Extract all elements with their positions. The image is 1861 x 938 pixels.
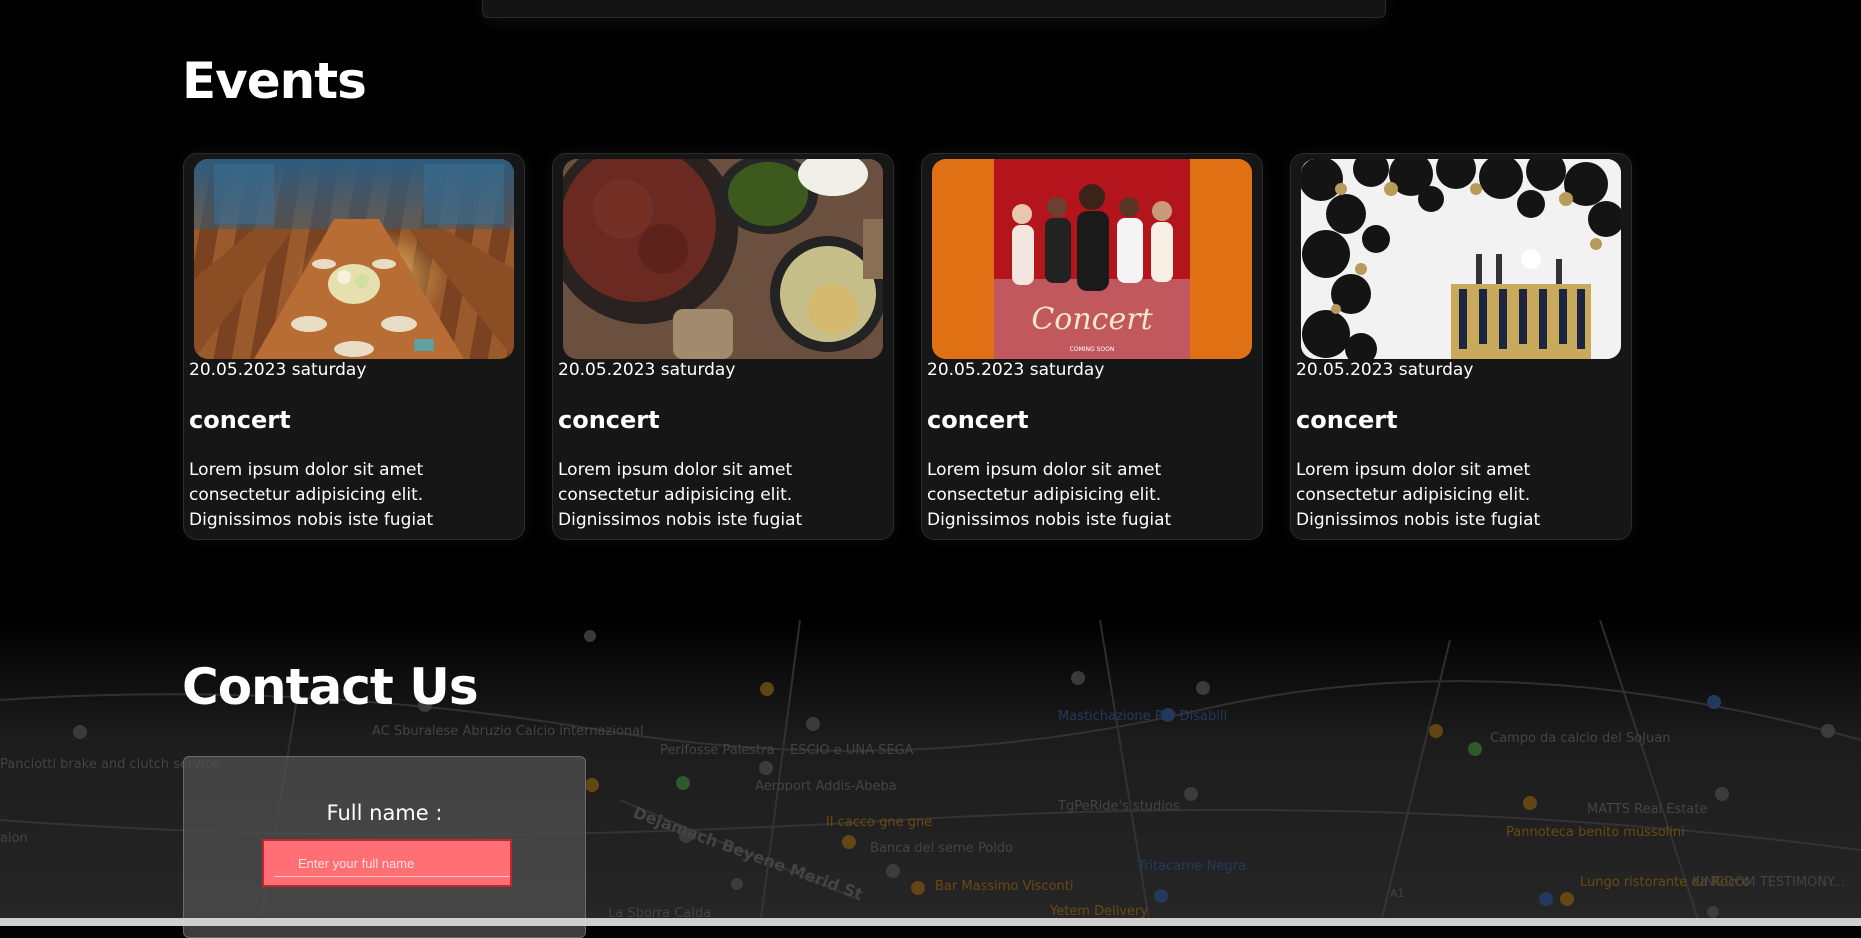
map-label: Tritacarne Negra [1137, 859, 1246, 874]
map-label: Banca del seme Poldo [870, 841, 1013, 856]
event-description: Lorem ipsum dolor sit amet consectetur a… [189, 460, 434, 530]
map-label: Mastichazione Per Disabili [1058, 709, 1227, 724]
event-date: 20.05.2023 saturday [927, 360, 1105, 380]
map-label: Bar Massimo Visconti [935, 879, 1074, 894]
event-date: 20.05.2023 saturday [189, 360, 367, 380]
poster-subtitle: COMING SOON [1070, 346, 1115, 353]
map-label: MATTS Real Estate [1587, 802, 1707, 817]
map-label: Aeroport Addis-Abeba [755, 779, 897, 794]
full-name-label: Full name : [326, 801, 443, 825]
event-card[interactable]: 20.05.2023 saturday concert Lorem ipsum … [552, 153, 894, 540]
contact-heading: Contact Us [182, 658, 479, 716]
event-card[interactable]: 20.05.2023 saturday concert Lorem ipsum … [183, 153, 525, 540]
ethiopian-food-photo [563, 159, 883, 359]
map-label: Yetem Delivery [1049, 904, 1148, 919]
map-label: ESCIO e UNA SEGA [790, 743, 914, 758]
map-label: Pannoteca benito mussolini [1506, 825, 1685, 840]
map-label: Perifosse Palestra [660, 743, 775, 758]
map-label: Campo da calcio del SoJuan [1490, 731, 1670, 746]
banquet-table-photo [194, 159, 514, 359]
balloon-arch-photo [1301, 159, 1621, 359]
input-underline [274, 876, 510, 877]
top-panel-edge [482, 0, 1386, 18]
concert-poster: Concert COMING SOON [932, 159, 1252, 359]
contact-form: Full name : [183, 756, 586, 938]
event-card[interactable]: Concert COMING SOON 20.05.2023 saturday … [921, 153, 1263, 540]
horizontal-scrollbar[interactable] [0, 918, 1861, 926]
map-label: KINGDOM TESTIMONY... [1692, 875, 1845, 890]
poster-title: Concert [1031, 302, 1153, 337]
map-label: A1 [1390, 887, 1405, 900]
event-title: concert [927, 406, 1029, 434]
event-description: Lorem ipsum dolor sit amet consectetur a… [927, 460, 1172, 530]
event-title: concert [558, 406, 660, 434]
map-label: TgPeRide's studios [1057, 799, 1180, 814]
map-label: AC Sburalese Abruzio Calcio internaziona… [372, 724, 644, 739]
event-title: concert [189, 406, 291, 434]
map-label: alon [0, 831, 28, 846]
map-label: Il cacco gne gne [826, 815, 932, 830]
event-date: 20.05.2023 saturday [1296, 360, 1474, 380]
full-name-input[interactable] [262, 839, 512, 887]
event-description: Lorem ipsum dolor sit amet consectetur a… [1296, 460, 1541, 530]
event-date: 20.05.2023 saturday [558, 360, 736, 380]
event-card[interactable]: 20.05.2023 saturday concert Lorem ipsum … [1290, 153, 1632, 540]
event-title: concert [1296, 406, 1398, 434]
events-heading: Events [182, 52, 367, 110]
event-description: Lorem ipsum dolor sit amet consectetur a… [558, 460, 803, 530]
